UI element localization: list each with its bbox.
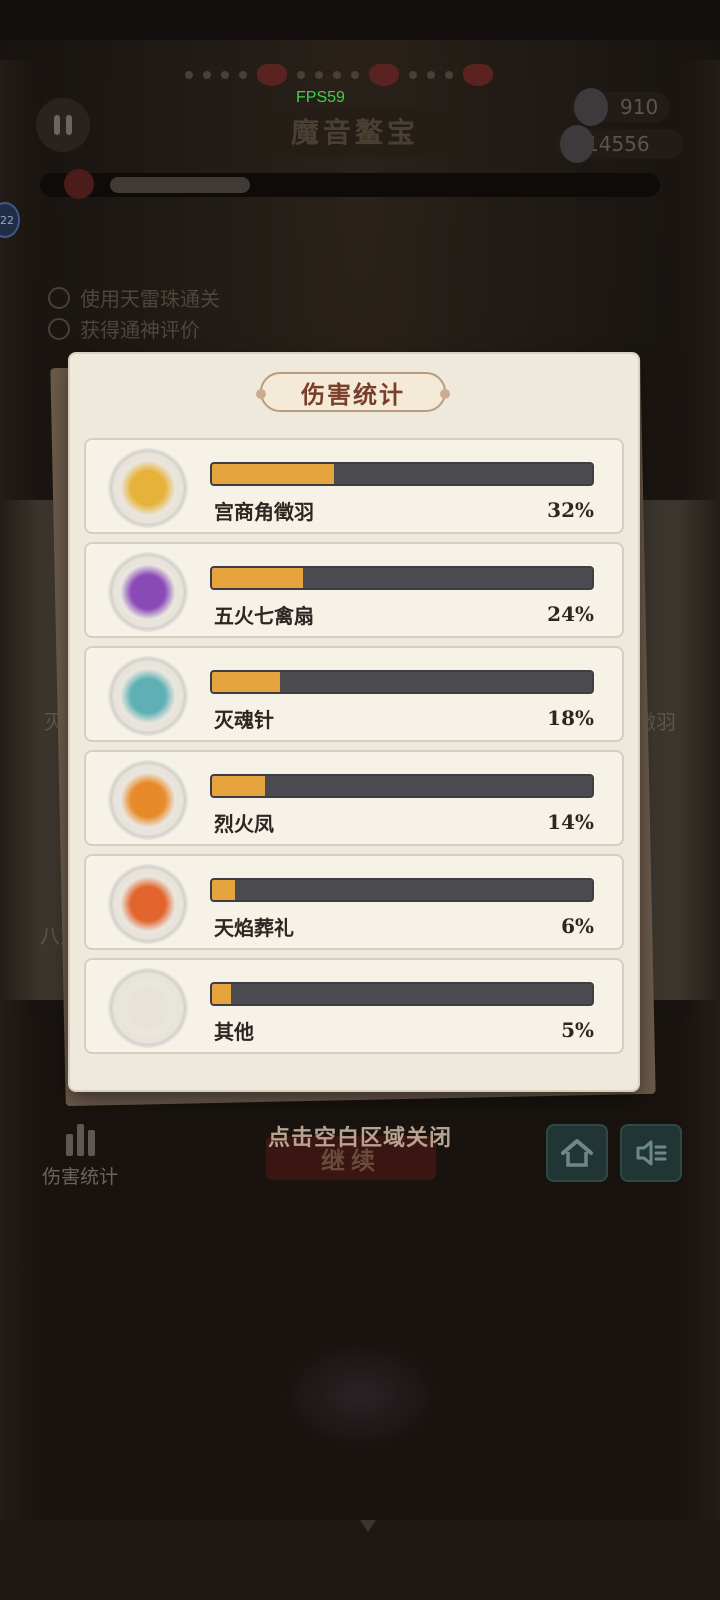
lotus-decoration (280, 1340, 440, 1450)
damage-percent: 14% (547, 810, 594, 834)
damage-row: 宫商角徵羽 32% (84, 438, 624, 534)
gem-counter: 910 (570, 88, 670, 126)
wave-dot (351, 71, 359, 79)
top-strip (0, 0, 720, 40)
star-icon (48, 317, 70, 340)
damage-percent: 6% (561, 914, 594, 938)
damage-row: 五火七禽扇 24% (84, 542, 624, 638)
weapon-icon-frame (108, 552, 188, 632)
coin-count: 14556 (586, 132, 650, 156)
weapon-name: 天焰葬礼 (214, 916, 294, 940)
pause-bar-icon (66, 115, 72, 135)
damage-row: 烈火凤 14% (84, 750, 624, 846)
damage-percent: 18% (547, 706, 594, 730)
sound-button[interactable] (620, 1124, 682, 1182)
weapon-name: 宫商角徵羽 (214, 500, 314, 524)
bar-chart-icon (30, 1120, 130, 1156)
weapon-name: 其他 (214, 1020, 254, 1044)
damage-bar-track (210, 566, 594, 590)
damage-row: 灭魂针 18% (84, 646, 624, 742)
damage-stats-button[interactable]: 伤害统计 (30, 1120, 130, 1200)
quest-text: 获得通神评价 (80, 318, 200, 342)
quest-text: 使用天雷珠通关 (80, 287, 220, 311)
weapon-icon-frame (108, 864, 188, 944)
damage-bar-track (210, 670, 594, 694)
flame-burial-icon (121, 877, 175, 931)
damage-bar-fill (212, 880, 235, 900)
damage-bar-track (210, 774, 594, 798)
quest-item: 使用天雷珠通关 (48, 282, 220, 313)
weapon-icon-frame (108, 448, 188, 528)
weapon-icon-frame (108, 968, 188, 1048)
weapon-icon-frame (108, 656, 188, 736)
weapon-icon-frame (108, 760, 188, 840)
modal-title: 伤害统计 (301, 379, 405, 409)
damage-bar-track (210, 462, 594, 486)
weapon-name: 五火七禽扇 (214, 604, 314, 628)
right-branch-decoration (680, 60, 720, 1560)
wave-dot (203, 71, 211, 79)
left-branch-decoration (0, 60, 40, 1560)
wave-dot (185, 71, 193, 79)
quest-item: 获得通神评价 (48, 313, 220, 344)
fire-phoenix-icon (121, 773, 175, 827)
coin-counter: 14556 (556, 125, 684, 163)
quest-list: 使用天雷珠通关 获得通神评价 (48, 282, 220, 344)
empty-slot-icon (121, 981, 175, 1035)
heart-icon (64, 169, 94, 199)
damage-bar-track (210, 878, 594, 902)
wave-dot (333, 71, 341, 79)
wave-dot (239, 71, 247, 79)
damage-bar-fill (212, 672, 281, 692)
damage-row: 天焰葬礼 6% (84, 854, 624, 950)
down-arrow-icon[interactable] (360, 1520, 376, 1532)
soul-needles-icon (121, 669, 175, 723)
wave-progress-dots (185, 64, 535, 86)
gem-count: 910 (620, 95, 659, 119)
damage-bar-fill (212, 776, 266, 796)
coin-icon (560, 125, 594, 163)
wave-dot (297, 71, 305, 79)
player-health-bar (40, 169, 660, 199)
weapon-name: 烈火凤 (214, 812, 274, 836)
damage-bar-fill (212, 568, 304, 588)
damage-bar-fill (212, 464, 334, 484)
pause-bar-icon (54, 115, 60, 135)
damage-bar-track (210, 982, 594, 1006)
boss-mask-icon (463, 64, 493, 86)
bottom-strip (0, 1520, 720, 1600)
damage-percent: 24% (547, 602, 594, 626)
boss-mask-icon (369, 64, 399, 86)
damage-stats-modal: 伤害统计 宫商角徵羽 32% 五火七禽扇 24% 灭魂针 18% 烈火凤 14% 天焰葬礼 6% 其… (70, 354, 638, 1090)
damage-bar-fill (212, 984, 231, 1004)
level-title: 魔音鳌宝 (255, 106, 455, 156)
speaker-icon (636, 1140, 667, 1166)
wave-dot (427, 71, 435, 79)
close-hint[interactable]: 点击空白区域关闭 (160, 1120, 560, 1152)
weapon-name: 灭魂针 (214, 708, 274, 732)
pause-button[interactable] (36, 98, 90, 152)
wave-dot (445, 71, 453, 79)
modal-title-banner: 伤害统计 (256, 372, 450, 412)
damage-row: 其他 5% (84, 958, 624, 1054)
wave-dot (315, 71, 323, 79)
fps-counter: FPS59 (296, 89, 345, 106)
damage-list: 宫商角徵羽 32% 五火七禽扇 24% 灭魂针 18% 烈火凤 14% 天焰葬礼 6% 其他 5% (84, 438, 624, 1062)
damage-stats-label: 伤害统计 (41, 1166, 118, 1188)
purple-fan-icon (121, 565, 175, 619)
health-fill (110, 177, 250, 193)
home-button[interactable] (546, 1124, 608, 1182)
damage-percent: 5% (561, 1018, 594, 1042)
home-icon (561, 1139, 593, 1167)
gem-icon (574, 88, 608, 126)
golden-palace-icon (121, 461, 175, 515)
wave-dot (409, 71, 417, 79)
damage-percent: 32% (547, 498, 594, 522)
boss-mask-icon (257, 64, 287, 86)
wave-dot (221, 71, 229, 79)
star-icon (48, 286, 70, 309)
